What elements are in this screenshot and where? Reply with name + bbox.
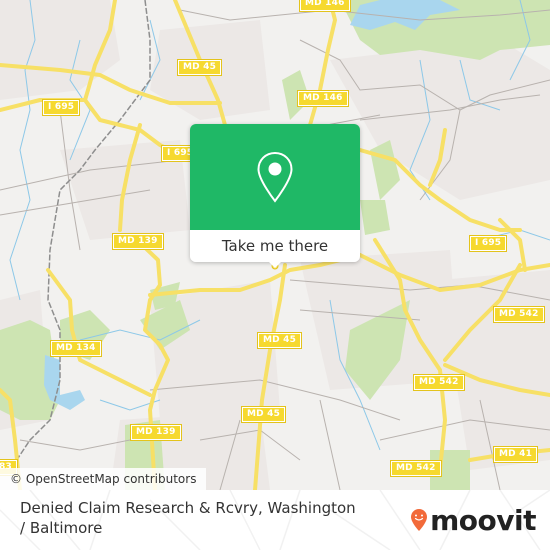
popup-pointer (267, 260, 283, 268)
map-view[interactable]: MD 146 MD 45 MD 146 I 695 I 695 MD 139 I… (0, 0, 550, 550)
road-label-md542-right: MD 542 (493, 306, 545, 323)
road-label-md139-top: MD 139 (112, 233, 164, 250)
map-pin-icon (257, 151, 293, 203)
moovit-logo[interactable]: moovit (410, 502, 536, 538)
popup-header (190, 124, 360, 230)
place-title: Denied Claim Research & Rcvry, Washingto… (20, 499, 356, 537)
map-attribution[interactable]: © OpenStreetMap contributors (0, 468, 207, 490)
road-label-md41: MD 41 (492, 446, 539, 463)
location-popup: Take me there (190, 124, 360, 268)
road-label-md542-low: MD 542 (390, 460, 442, 477)
popup-card: Take me there (190, 124, 360, 262)
moovit-wordmark: moovit (430, 503, 536, 537)
road-label-md45-top: MD 45 (176, 59, 223, 76)
moovit-pin-smile-icon (411, 509, 428, 531)
road-label-md134: MD 134 (50, 340, 102, 357)
road-label-md45-low: MD 45 (240, 406, 287, 423)
road-label-i695-left: I 695 (41, 99, 81, 116)
road-label-md146-mid: MD 146 (297, 90, 349, 107)
take-me-there-button[interactable]: Take me there (190, 230, 360, 262)
footer-bar: Denied Claim Research & Rcvry, Washingto… (0, 490, 550, 550)
road-label-md139-low: MD 139 (130, 424, 182, 441)
road-label-md542-mid: MD 542 (413, 374, 465, 391)
road-label-md45-mid: MD 45 (256, 332, 303, 349)
road-label-md146-top: MD 146 (299, 0, 351, 12)
road-label-i695-right: I 695 (468, 235, 508, 252)
